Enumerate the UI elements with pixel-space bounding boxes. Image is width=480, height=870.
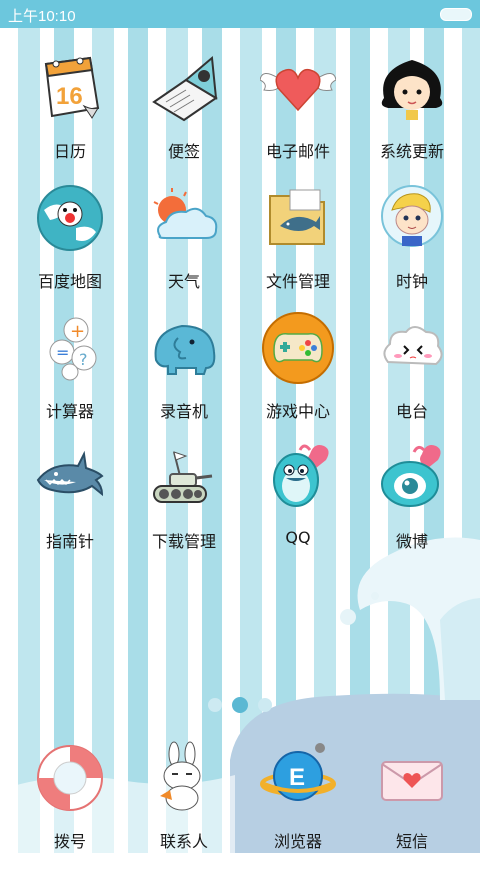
boy-bubble-icon bbox=[381, 185, 443, 247]
app-label: 游戏中心 bbox=[265, 402, 330, 421]
app-label: 电台 bbox=[395, 402, 428, 421]
dock-app-browser[interactable]: E 浏览器 bbox=[238, 740, 358, 870]
app-baidu-map[interactable]: 百度地图 bbox=[10, 180, 130, 310]
app-label: 时钟 bbox=[395, 272, 428, 291]
app-label: 系统更新 bbox=[379, 142, 444, 161]
app-calendar[interactable]: 16 日历 bbox=[10, 50, 130, 180]
app-label: 电子邮件 bbox=[265, 142, 330, 161]
sun-cloud-icon bbox=[153, 188, 218, 239]
app-qq[interactable]: QQ bbox=[238, 440, 358, 570]
app-notepad[interactable]: 便签 bbox=[124, 50, 244, 180]
app-calculator[interactable]: + = ? 计算器 bbox=[10, 310, 130, 440]
app-label: 录音机 bbox=[159, 402, 208, 421]
status-bar: 上午10:10 bbox=[0, 0, 480, 28]
app-weibo[interactable]: 微博 bbox=[352, 440, 472, 570]
gamepad-icon bbox=[262, 312, 334, 384]
svg-text:?: ? bbox=[79, 350, 88, 369]
svg-text:+: + bbox=[70, 321, 85, 342]
app-label: 短信 bbox=[395, 832, 428, 851]
app-system-update[interactable]: 系统更新 bbox=[352, 50, 472, 180]
battery-icon bbox=[440, 8, 472, 21]
app-compass[interactable]: 指南针 bbox=[10, 440, 130, 570]
app-label: 联系人 bbox=[159, 832, 208, 851]
svg-text:E: E bbox=[289, 764, 305, 791]
app-download-manager[interactable]: 下载管理 bbox=[124, 440, 244, 570]
app-label: 下载管理 bbox=[151, 532, 216, 551]
shark-icon bbox=[36, 450, 104, 497]
app-label: 便签 bbox=[167, 142, 200, 161]
app-label: 指南针 bbox=[45, 532, 94, 551]
app-recorder[interactable]: 录音机 bbox=[124, 310, 244, 440]
winged-heart-icon bbox=[260, 68, 336, 112]
girl-face-icon bbox=[381, 60, 443, 120]
app-label: 文件管理 bbox=[265, 272, 330, 291]
app-file-manager[interactable]: 文件管理 bbox=[238, 180, 358, 310]
penguin-heart-icon bbox=[273, 444, 329, 507]
svg-text:=: = bbox=[56, 343, 69, 362]
calculator-bubbles-icon: + = ? bbox=[49, 317, 97, 381]
app-radio[interactable]: 电台 bbox=[352, 310, 472, 440]
envelope-heart-icon bbox=[381, 761, 443, 801]
app-game-center[interactable]: 游戏中心 bbox=[238, 310, 358, 440]
page-indicator[interactable] bbox=[0, 696, 480, 716]
app-weather[interactable]: 天气 bbox=[124, 180, 244, 310]
svg-text:16: 16 bbox=[56, 83, 83, 110]
app-clock[interactable]: 时钟 bbox=[352, 180, 472, 310]
app-label: 日历 bbox=[53, 142, 86, 161]
globe-face-icon bbox=[37, 185, 103, 251]
dock-app-messages[interactable]: 短信 bbox=[352, 740, 472, 870]
app-label: 天气 bbox=[167, 272, 200, 291]
dock-app-dialer[interactable]: 拨号 bbox=[10, 740, 130, 870]
planet-e-icon: E bbox=[260, 743, 336, 801]
folder-shark-icon bbox=[269, 189, 325, 245]
dock: 拨号 联系人 E 浏览器 短信 bbox=[0, 740, 480, 853]
app-label: QQ bbox=[285, 528, 311, 547]
status-time: 上午10:10 bbox=[8, 8, 76, 25]
cloud-face-icon bbox=[383, 326, 443, 366]
app-email[interactable]: 电子邮件 bbox=[238, 50, 358, 180]
lifebuoy-icon bbox=[37, 745, 103, 811]
bunny-icon bbox=[160, 741, 201, 811]
calendar-icon: 16 bbox=[44, 56, 100, 119]
app-label: 浏览器 bbox=[273, 832, 322, 851]
app-label: 计算器 bbox=[45, 402, 94, 421]
dock-app-contacts[interactable]: 联系人 bbox=[124, 740, 244, 870]
weibo-eye-icon bbox=[381, 445, 441, 507]
page-dot[interactable] bbox=[208, 698, 222, 712]
tank-icon bbox=[153, 451, 213, 503]
elephant-icon bbox=[154, 324, 216, 375]
page-dot[interactable] bbox=[258, 698, 272, 712]
page-dot-active[interactable] bbox=[232, 697, 248, 713]
app-label: 拨号 bbox=[53, 832, 86, 851]
app-label: 微博 bbox=[395, 532, 428, 551]
app-label: 百度地图 bbox=[37, 272, 102, 291]
notepad-icon bbox=[152, 56, 218, 122]
